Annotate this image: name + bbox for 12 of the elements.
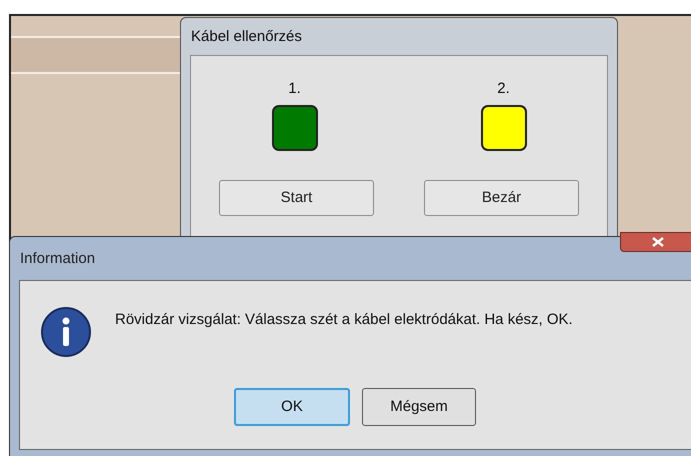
window-title: Kábel ellenőrzés bbox=[191, 27, 302, 47]
indicator-label: 2. bbox=[497, 79, 510, 99]
dialog-button[interactable]: Bezár bbox=[424, 180, 579, 216]
message-box-title: Information bbox=[20, 249, 96, 269]
dialog-button[interactable]: Start bbox=[219, 180, 374, 216]
close-button[interactable] bbox=[620, 232, 691, 252]
indicator-label: 1. bbox=[288, 79, 301, 99]
info-icon bbox=[40, 306, 92, 358]
message-box-button[interactable]: OK bbox=[234, 388, 350, 426]
message-text: Rövidzár vizsgálat: Válassza szét a kábel elektródákat. Ha kész, OK. bbox=[115, 310, 573, 330]
message-box-button[interactable]: Mégsem bbox=[362, 388, 476, 426]
close-icon bbox=[652, 237, 664, 247]
